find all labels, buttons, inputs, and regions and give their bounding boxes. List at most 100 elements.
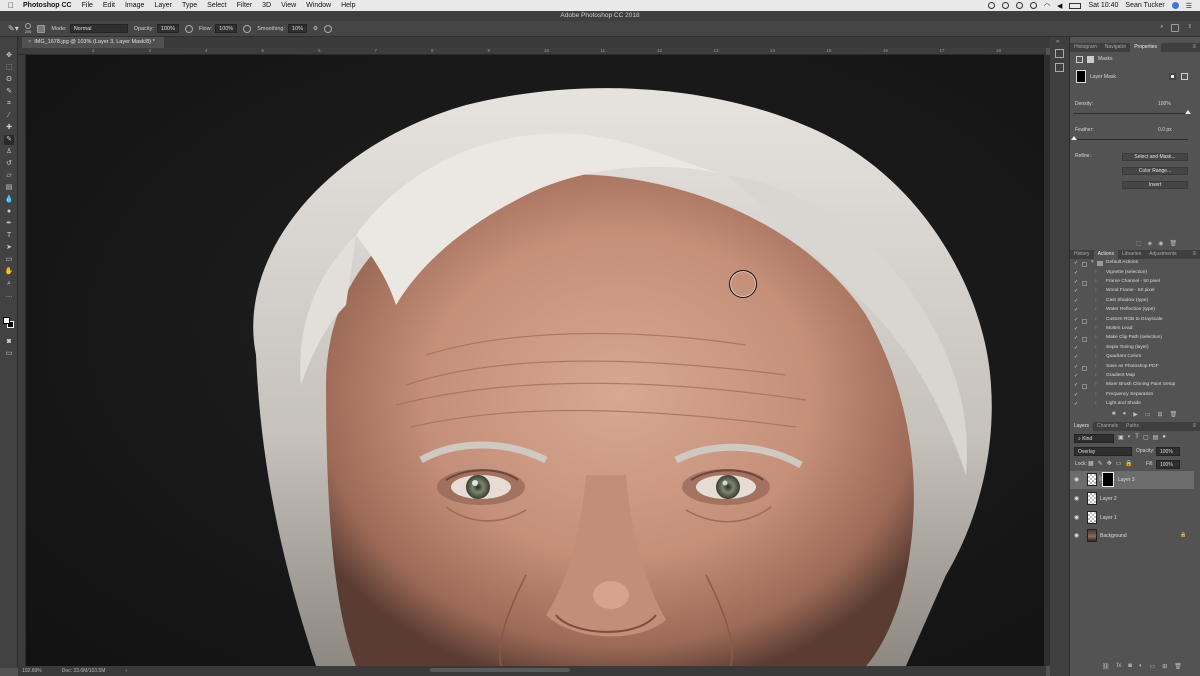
search-icon[interactable]: ⌕ <box>1160 24 1163 34</box>
tab-layers[interactable]: Layers <box>1070 422 1094 431</box>
ruler-horizontal[interactable]: 2345678910111213141516171819 <box>18 48 1058 55</box>
collapse-panels-icon[interactable]: » <box>1056 39 1059 45</box>
action-row[interactable]: ✓ › Make Clip Path (selection) <box>1070 335 1194 344</box>
action-check-icon[interactable]: ✓ <box>1074 326 1078 332</box>
healing-brush-tool-icon[interactable]: ✚ <box>4 123 14 133</box>
action-expand-icon[interactable]: › <box>1095 288 1097 293</box>
action-row[interactable]: ✓ › Frame Channel - 50 pixel <box>1070 279 1194 288</box>
action-expand-icon[interactable]: › <box>1095 298 1097 303</box>
play-action-icon[interactable]: ▶ <box>1133 411 1138 418</box>
action-row[interactable]: ✓ › Gradient Map <box>1070 373 1194 382</box>
layer-style-icon[interactable]: fx <box>1117 663 1122 670</box>
status-menu-icon[interactable]: › <box>125 668 127 674</box>
tab-properties[interactable]: Properties <box>1130 43 1161 52</box>
new-layer-icon[interactable]: ⊞ <box>1162 663 1167 670</box>
actions-menu-icon[interactable]: ≡ <box>1188 250 1200 259</box>
tab-paths[interactable]: Paths <box>1122 422 1143 431</box>
add-mask-icon[interactable]: ◙ <box>1128 663 1132 670</box>
action-expand-icon[interactable]: › <box>1095 317 1097 322</box>
menu-user[interactable]: Sean Tucker <box>1125 2 1164 9</box>
action-expand-icon[interactable]: › <box>1095 307 1097 312</box>
visibility-eye-icon[interactable]: ◉ <box>1074 476 1079 483</box>
menu-select[interactable]: Select <box>207 2 226 9</box>
action-check-icon[interactable]: ✓ <box>1074 401 1078 407</box>
zoom-tool-icon[interactable]: ⌕ <box>4 279 14 289</box>
new-action-icon[interactable]: ⊞ <box>1158 411 1163 418</box>
smoothing-settings-icon[interactable]: ⚙ <box>313 26 318 32</box>
layer-name[interactable]: Layer 3 <box>1118 477 1135 483</box>
share-icon[interactable]: ⇪ <box>1187 24 1192 34</box>
menu-help[interactable]: Help <box>341 2 355 9</box>
quick-mask-icon[interactable]: ◙ <box>4 337 14 347</box>
select-pixel-mask-icon[interactable] <box>1169 73 1176 80</box>
document-canvas[interactable] <box>26 55 1044 666</box>
layer-row-layer-2[interactable]: ◉ Layer 2 <box>1070 490 1194 508</box>
visibility-eye-icon[interactable]: ◉ <box>1074 495 1079 502</box>
navigator-panel-icon[interactable] <box>1055 63 1064 72</box>
lock-transparent-icon[interactable]: ▦ <box>1088 460 1094 467</box>
close-tab-icon[interactable]: × <box>28 39 31 45</box>
action-check-icon[interactable]: ✓ <box>1074 335 1078 341</box>
invert-button[interactable]: Invert <box>1122 181 1188 189</box>
notification-center-icon[interactable]: ☰ <box>1186 2 1192 10</box>
layer-thumbnail[interactable] <box>1087 511 1097 524</box>
doc-size[interactable]: Doc: 33.6M/103.5M <box>62 668 106 674</box>
lock-artboard-icon[interactable]: ▭ <box>1116 460 1122 467</box>
blend-mode-dropdown[interactable]: Overlay <box>1074 447 1132 456</box>
menu-window[interactable]: Window <box>306 2 331 9</box>
filter-pixel-icon[interactable]: ▣ <box>1118 434 1124 441</box>
action-expand-icon[interactable]: › <box>1095 270 1097 275</box>
wifi-icon[interactable]: ◠ <box>1044 2 1050 10</box>
layer-thumbnail[interactable] <box>1087 529 1097 542</box>
action-row[interactable]: ✓ › Custom RGB to Grayscale <box>1070 317 1194 326</box>
quick-select-tool-icon[interactable]: ✎ <box>4 87 14 97</box>
more-tools-icon[interactable]: … <box>4 291 14 301</box>
action-expand-icon[interactable]: › <box>1095 392 1097 397</box>
action-expand-icon[interactable]: › <box>1095 345 1097 350</box>
action-check-icon[interactable]: ✓ <box>1074 364 1078 370</box>
feather-slider[interactable] <box>1071 136 1188 140</box>
filter-shape-icon[interactable]: ▢ <box>1143 434 1149 441</box>
action-row[interactable]: ✓ › Light and Shade <box>1070 401 1194 410</box>
action-check-icon[interactable]: ✓ <box>1074 345 1078 351</box>
load-selection-icon[interactable]: ⬚ <box>1136 240 1142 247</box>
action-expand-icon[interactable]: › <box>1095 364 1097 369</box>
dodge-tool-icon[interactable]: ● <box>4 207 14 217</box>
new-group-icon[interactable]: ▭ <box>1150 663 1156 670</box>
horizontal-scrollbar[interactable] <box>430 668 570 672</box>
action-expand-icon[interactable]: › <box>1095 382 1097 387</box>
action-dialog-icon[interactable] <box>1082 384 1087 390</box>
shape-tool-icon[interactable]: ▭ <box>4 255 14 265</box>
siri-icon[interactable] <box>1171 2 1179 9</box>
action-dialog-icon[interactable] <box>1082 318 1087 324</box>
action-check-icon[interactable]: ✓ <box>1074 279 1078 285</box>
apply-mask-icon[interactable]: ◈ <box>1148 240 1153 247</box>
tab-adjustments[interactable]: Adjustments <box>1145 250 1181 259</box>
action-dialog-icon[interactable] <box>1082 365 1087 371</box>
add-vector-mask-icon[interactable] <box>1181 73 1188 80</box>
zoom-level[interactable]: 102.69% <box>22 668 42 674</box>
action-dialog-icon[interactable] <box>1082 280 1087 286</box>
crop-tool-icon[interactable]: ⌗ <box>4 99 14 109</box>
density-slider-knob[interactable] <box>1185 110 1191 114</box>
opacity-field[interactable]: 100% <box>156 24 179 33</box>
action-expand-icon[interactable]: › <box>1095 279 1097 284</box>
density-slider[interactable] <box>1074 110 1191 114</box>
action-row[interactable]: ✓ › Mixer Brush Cloning Paint Setup <box>1070 382 1194 391</box>
action-row[interactable]: ✓ › Water Reflection (type) <box>1070 307 1194 316</box>
menu-clock[interactable]: Sat 10:40 <box>1088 2 1118 9</box>
action-set-row[interactable]: ✓ ▾ Default Actions <box>1070 260 1194 269</box>
pen-tool-icon[interactable]: ✒ <box>4 219 14 229</box>
action-check-icon[interactable]: ✓ <box>1074 317 1078 323</box>
volume-icon[interactable]: ◀ <box>1057 2 1062 10</box>
masks-pixel-icon[interactable] <box>1076 56 1083 63</box>
visibility-eye-icon[interactable]: ◉ <box>1074 532 1079 539</box>
brush-tool-preset-icon[interactable]: ✎▾ <box>8 24 19 33</box>
record-action-icon[interactable]: ● <box>1123 411 1127 418</box>
tab-history[interactable]: History <box>1070 250 1094 259</box>
tab-libraries[interactable]: Libraries <box>1118 250 1145 259</box>
eyedropper-tool-icon[interactable]: ⁄ <box>4 111 14 121</box>
action-check-icon[interactable]: ✓ <box>1074 392 1078 398</box>
screen-mode-icon[interactable]: ▭ <box>4 349 14 359</box>
airbrush-icon[interactable] <box>243 24 252 33</box>
